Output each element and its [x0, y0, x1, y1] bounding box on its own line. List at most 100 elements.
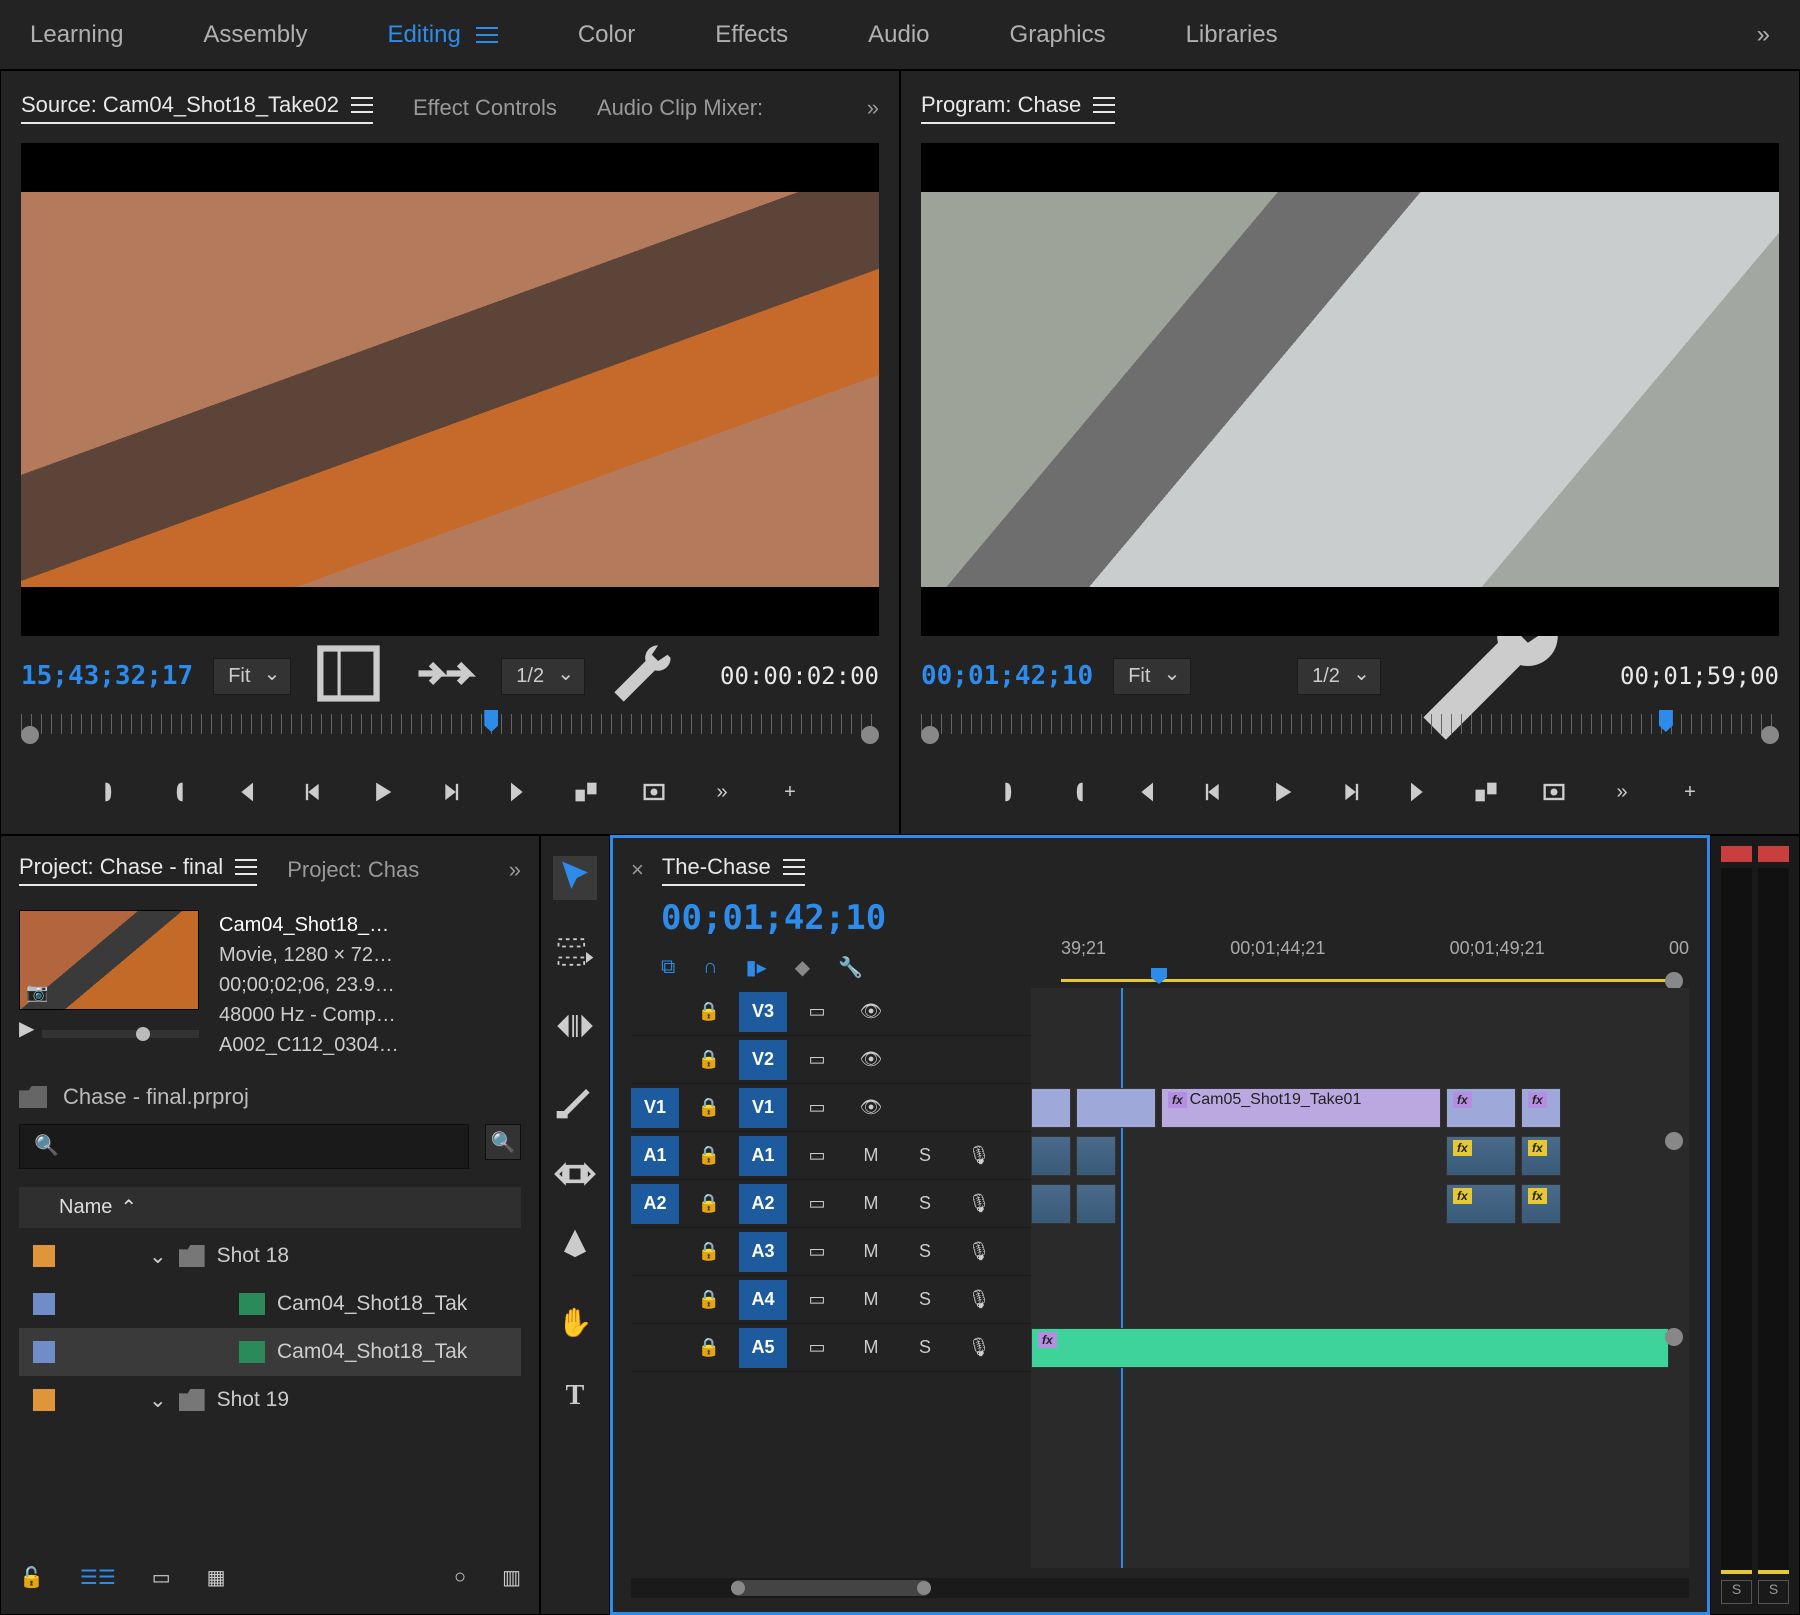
source-timecode-in[interactable]: 15;43;32;17: [21, 661, 193, 691]
slip-tool-icon[interactable]: [553, 1152, 597, 1196]
track-label[interactable]: A2: [739, 1184, 787, 1224]
sync-lock-icon[interactable]: ▭: [793, 1088, 841, 1128]
go-to-out-icon[interactable]: [1404, 778, 1432, 806]
sync-lock-icon[interactable]: ▭: [793, 1184, 841, 1224]
timeline-settings-wrench-icon[interactable]: 🔧: [838, 955, 863, 980]
solo-left-button[interactable]: S: [1721, 1580, 1752, 1604]
solo-right-button[interactable]: S: [1758, 1580, 1789, 1604]
disclosure-icon[interactable]: ⌄: [149, 1244, 167, 1269]
audio-clip[interactable]: [1076, 1184, 1116, 1224]
step-back-icon[interactable]: [1200, 778, 1228, 806]
track-label[interactable]: A5: [739, 1328, 787, 1368]
lock-icon[interactable]: 🔒: [685, 1280, 733, 1320]
list-view-icon[interactable]: ☰☰: [80, 1565, 116, 1590]
lock-icon[interactable]: 🔒: [685, 992, 733, 1032]
disclosure-icon[interactable]: ⌄: [149, 1388, 167, 1413]
workspace-tab-assembly[interactable]: Assembly: [203, 21, 307, 49]
step-back-icon[interactable]: [300, 778, 328, 806]
project-row[interactable]: Cam04_Shot18_Tak: [19, 1328, 521, 1376]
video-clip[interactable]: fxCam05_Shot19_Take01: [1161, 1088, 1441, 1128]
toggle-output-icon[interactable]: 👁: [847, 1088, 895, 1128]
track-resize-handle[interactable]: [1665, 1328, 1683, 1346]
selection-tool-icon[interactable]: [553, 856, 597, 900]
audio-clip[interactable]: fx: [1446, 1184, 1516, 1224]
workspace-tab-effects[interactable]: Effects: [715, 21, 788, 49]
overwrite-icon[interactable]: [572, 778, 600, 806]
scrubber-start-handle[interactable]: [921, 726, 939, 744]
source-patch[interactable]: V1: [631, 1088, 679, 1128]
thumbnail-play-icon[interactable]: ▶: [19, 1016, 34, 1041]
more-buttons-icon[interactable]: »: [1608, 778, 1636, 806]
type-tool-icon[interactable]: T: [553, 1374, 597, 1418]
program-scrubber[interactable]: [921, 714, 1779, 754]
source-resolution-dropdown[interactable]: 1/2: [501, 658, 585, 695]
workspace-tab-color[interactable]: Color: [578, 21, 635, 49]
track-label[interactable]: V2: [739, 1040, 787, 1080]
workspace-tab-editing[interactable]: Editing: [387, 21, 497, 49]
project-tab-2[interactable]: Project: Chas: [287, 857, 419, 883]
voice-over-icon[interactable]: 🎙: [955, 1184, 1003, 1224]
track-label[interactable]: V1: [739, 1088, 787, 1128]
sync-lock-icon[interactable]: ▭: [793, 1040, 841, 1080]
clip-indicator[interactable]: [1758, 846, 1789, 862]
go-to-in-icon[interactable]: [232, 778, 260, 806]
sync-lock-icon[interactable]: ▭: [793, 1136, 841, 1176]
write-lock-icon[interactable]: 🔓: [19, 1565, 44, 1590]
video-clip[interactable]: [1031, 1088, 1071, 1128]
solo-button[interactable]: S: [901, 1136, 949, 1176]
audio-clip[interactable]: [1031, 1136, 1071, 1176]
mark-out-icon[interactable]: [1064, 778, 1092, 806]
workspace-tab-libraries[interactable]: Libraries: [1186, 21, 1278, 49]
panel-overflow-icon[interactable]: »: [867, 95, 879, 121]
clip-thumbnail[interactable]: 📷: [19, 910, 199, 1010]
track-label[interactable]: A1: [739, 1136, 787, 1176]
lock-icon[interactable]: 🔒: [685, 1136, 733, 1176]
source-zoom-dropdown[interactable]: Fit: [213, 658, 291, 695]
icon-view-icon[interactable]: ▭: [152, 1565, 171, 1590]
effect-controls-tab[interactable]: Effect Controls: [413, 95, 557, 121]
razor-tool-icon[interactable]: [553, 1078, 597, 1122]
lock-icon[interactable]: 🔒: [685, 1328, 733, 1368]
snap-icon[interactable]: ∩: [703, 956, 717, 979]
source-patch[interactable]: A2: [631, 1184, 679, 1224]
program-resolution-dropdown[interactable]: 1/2: [1297, 658, 1381, 695]
hand-tool-icon[interactable]: ✋: [553, 1300, 597, 1344]
mark-out-icon[interactable]: [164, 778, 192, 806]
track-label[interactable]: A3: [739, 1232, 787, 1272]
panel-menu-icon[interactable]: [783, 859, 805, 875]
lock-icon[interactable]: 🔒: [685, 1232, 733, 1272]
program-timecode-in[interactable]: 00;01;42;10: [921, 661, 1093, 691]
add-button-icon[interactable]: +: [1676, 778, 1704, 806]
timeline-timecode[interactable]: 00;01;42;10: [661, 898, 1689, 938]
solo-button[interactable]: S: [901, 1232, 949, 1272]
sync-lock-icon[interactable]: ▭: [793, 992, 841, 1032]
program-monitor[interactable]: [921, 143, 1779, 636]
mute-button[interactable]: M: [847, 1328, 895, 1368]
hamburger-icon[interactable]: [476, 27, 498, 43]
panel-overflow-icon[interactable]: »: [509, 857, 521, 883]
scrubber-end-handle[interactable]: [861, 726, 879, 744]
workspace-tab-graphics[interactable]: Graphics: [1010, 21, 1106, 49]
program-tab[interactable]: Program: Chase: [921, 92, 1115, 124]
solo-button[interactable]: S: [901, 1328, 949, 1368]
project-tab-1[interactable]: Project: Chase - final: [19, 854, 257, 886]
thumbnail-slider[interactable]: [42, 1030, 199, 1038]
play-icon[interactable]: [368, 778, 396, 806]
lock-icon[interactable]: 🔒: [685, 1040, 733, 1080]
bin-icon[interactable]: [19, 1086, 47, 1108]
new-bin-icon[interactable]: ▥: [502, 1565, 521, 1590]
go-to-in-icon[interactable]: [1132, 778, 1160, 806]
linked-selection-icon[interactable]: ▮▸: [746, 955, 767, 980]
playhead-line[interactable]: [1121, 988, 1123, 1568]
mute-button[interactable]: M: [847, 1136, 895, 1176]
audio-clip[interactable]: fx: [1521, 1184, 1561, 1224]
add-button-icon[interactable]: +: [776, 778, 804, 806]
workspace-tab-learning[interactable]: Learning: [30, 21, 123, 49]
panel-menu-icon[interactable]: [1093, 97, 1115, 113]
program-zoom-dropdown[interactable]: Fit: [1113, 658, 1191, 695]
toggle-output-icon[interactable]: 👁: [847, 1040, 895, 1080]
video-clip[interactable]: fx: [1521, 1088, 1561, 1128]
workspace-tab-audio[interactable]: Audio: [868, 21, 929, 49]
timeline-ruler[interactable]: 39;21 00;01;44;21 00;01;49;21 00: [1061, 938, 1689, 982]
source-tab[interactable]: Source: Cam04_Shot18_Take02: [21, 92, 373, 124]
